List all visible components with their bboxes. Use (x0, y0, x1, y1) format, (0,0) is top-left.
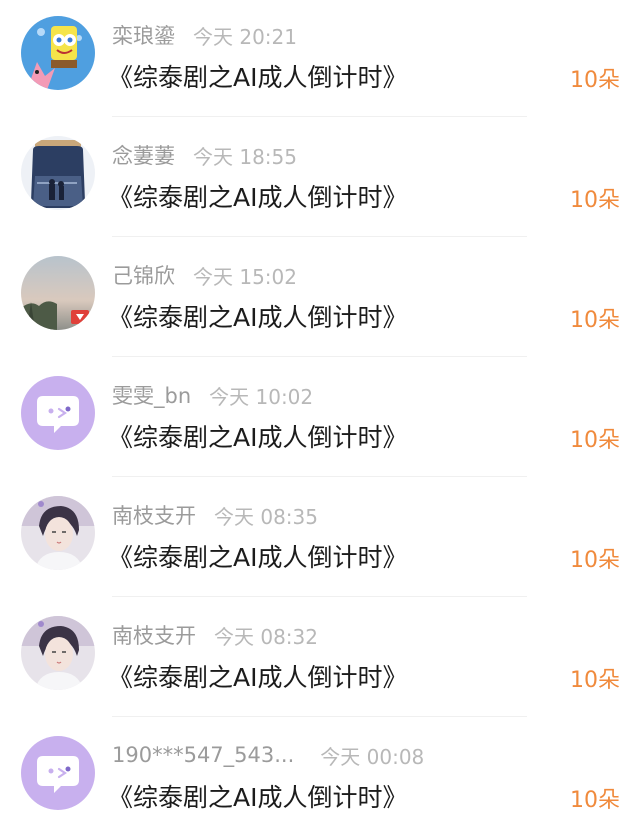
username[interactable]: 雯雯_bn (112, 380, 191, 410)
list-item[interactable]: 南枝支开 今天 08:35 《综泰剧之AI成人倒计时》 10朵 (0, 480, 640, 600)
timestamp: 今天 00:08 (320, 744, 425, 769)
list-item[interactable]: 栾琅鎏 今天 20:21 《综泰剧之AI成人倒计时》 10朵 (0, 0, 640, 120)
portrait-avatar-icon[interactable] (21, 616, 95, 690)
work-title: 《综泰剧之AI成人倒计时》 (108, 783, 408, 812)
row-meta: 念萋萋 今天 18:55 (112, 140, 297, 170)
sky-photo-avatar-icon[interactable] (21, 256, 95, 330)
gift-amount: 10朵 (570, 68, 620, 93)
divider (112, 596, 527, 597)
work-title: 《综泰剧之AI成人倒计时》 (108, 543, 408, 572)
row-meta: 己锦欣 今天 15:02 (112, 260, 297, 290)
timestamp: 今天 08:32 (214, 624, 318, 649)
divider (112, 716, 527, 717)
username[interactable]: 南枝支开 (112, 500, 196, 530)
portrait-avatar-icon[interactable] (21, 496, 95, 570)
default-chat-avatar-icon[interactable] (21, 736, 95, 810)
gift-amount: 10朵 (570, 428, 620, 453)
work-title: 《综泰剧之AI成人倒计时》 (108, 183, 408, 212)
timestamp: 今天 18:55 (193, 144, 297, 169)
spongebob-avatar-icon[interactable] (21, 16, 95, 90)
work-title: 《综泰剧之AI成人倒计时》 (108, 63, 408, 92)
divider (112, 116, 527, 117)
list-item[interactable]: 南枝支开 今天 08:32 《综泰剧之AI成人倒计时》 10朵 (0, 600, 640, 720)
work-title: 《综泰剧之AI成人倒计时》 (108, 663, 408, 692)
list-item[interactable]: 己锦欣 今天 15:02 《综泰剧之AI成人倒计时》 10朵 (0, 240, 640, 360)
gift-record-list: 栾琅鎏 今天 20:21 《综泰剧之AI成人倒计时》 10朵 念萋萋 今天 18… (0, 0, 640, 836)
work-title: 《综泰剧之AI成人倒计时》 (108, 303, 408, 332)
username[interactable]: 念萋萋 (112, 140, 175, 170)
row-meta: 雯雯_bn 今天 10:02 (112, 380, 313, 410)
divider (112, 236, 527, 237)
username[interactable]: 南枝支开 (112, 620, 196, 650)
timestamp: 今天 10:02 (209, 384, 314, 409)
username[interactable]: 栾琅鎏 (112, 20, 175, 50)
timestamp: 今天 08:35 (214, 504, 318, 529)
gift-amount: 10朵 (570, 788, 620, 813)
username[interactable]: 190***547_543... (112, 743, 294, 767)
list-item[interactable]: 190***547_543... 今天 00:08 《综泰剧之AI成人倒计时》 … (0, 720, 640, 840)
divider (112, 356, 527, 357)
gift-amount: 10朵 (570, 188, 620, 213)
timestamp: 今天 15:02 (193, 264, 297, 289)
work-title: 《综泰剧之AI成人倒计时》 (108, 423, 408, 452)
row-meta: 南枝支开 今天 08:32 (112, 620, 318, 650)
username[interactable]: 己锦欣 (112, 260, 175, 290)
list-item[interactable]: 念萋萋 今天 18:55 《综泰剧之AI成人倒计时》 10朵 (0, 120, 640, 240)
list-item[interactable]: 雯雯_bn 今天 10:02 《综泰剧之AI成人倒计时》 10朵 (0, 360, 640, 480)
jar-photo-avatar-icon[interactable] (21, 136, 95, 210)
gift-amount: 10朵 (570, 548, 620, 573)
gift-amount: 10朵 (570, 308, 620, 333)
row-meta: 190***547_543... 今天 00:08 (112, 740, 424, 770)
timestamp: 今天 20:21 (193, 24, 297, 49)
row-meta: 栾琅鎏 今天 20:21 (112, 20, 297, 50)
row-meta: 南枝支开 今天 08:35 (112, 500, 318, 530)
gift-amount: 10朵 (570, 668, 620, 693)
default-chat-avatar-icon[interactable] (21, 376, 95, 450)
divider (112, 476, 527, 477)
